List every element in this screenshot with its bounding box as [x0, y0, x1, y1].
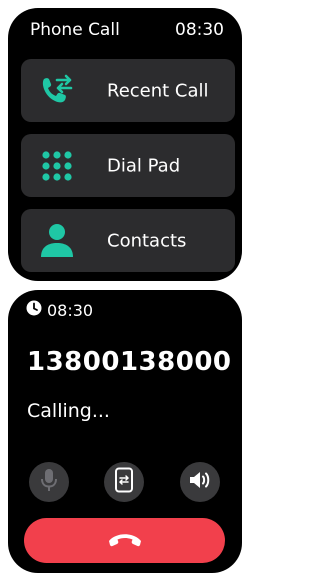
microphone-button[interactable]	[29, 462, 69, 502]
menu-item-label: Contacts	[107, 230, 187, 251]
call-clock: 08:30	[26, 300, 93, 320]
phone-device-icon	[114, 467, 134, 497]
microphone-icon	[39, 468, 59, 496]
call-status: Calling...	[27, 400, 110, 422]
clock-icon	[26, 300, 42, 320]
clock: 08:30	[175, 20, 224, 40]
clock-time: 08:30	[47, 300, 94, 320]
menu-item-dial-pad[interactable]: Dial Pad	[21, 134, 235, 197]
contact-icon	[37, 221, 77, 261]
dial-pad-icon	[37, 146, 77, 186]
recent-call-icon	[37, 71, 77, 111]
phone-audio-button[interactable]	[104, 462, 144, 502]
menu-item-recent-call[interactable]: Recent Call	[21, 59, 235, 122]
menu-item-contacts[interactable]: Contacts	[21, 209, 235, 272]
menu-item-label: Dial Pad	[107, 155, 181, 176]
speaker-icon	[188, 469, 212, 495]
calling-screen: 08:30 13800138000 Calling...	[8, 290, 242, 573]
end-call-button[interactable]	[24, 518, 225, 563]
phone-call-menu-screen: Phone Call 08:30 Recent Call Dial Pad Co…	[8, 8, 242, 281]
speaker-button[interactable]	[180, 462, 220, 502]
page-title: Phone Call	[30, 20, 120, 40]
menu-header: Phone Call 08:30	[30, 20, 224, 40]
menu-item-label: Recent Call	[107, 80, 209, 101]
phone-number: 13800138000	[27, 347, 232, 377]
end-call-icon	[107, 530, 143, 552]
